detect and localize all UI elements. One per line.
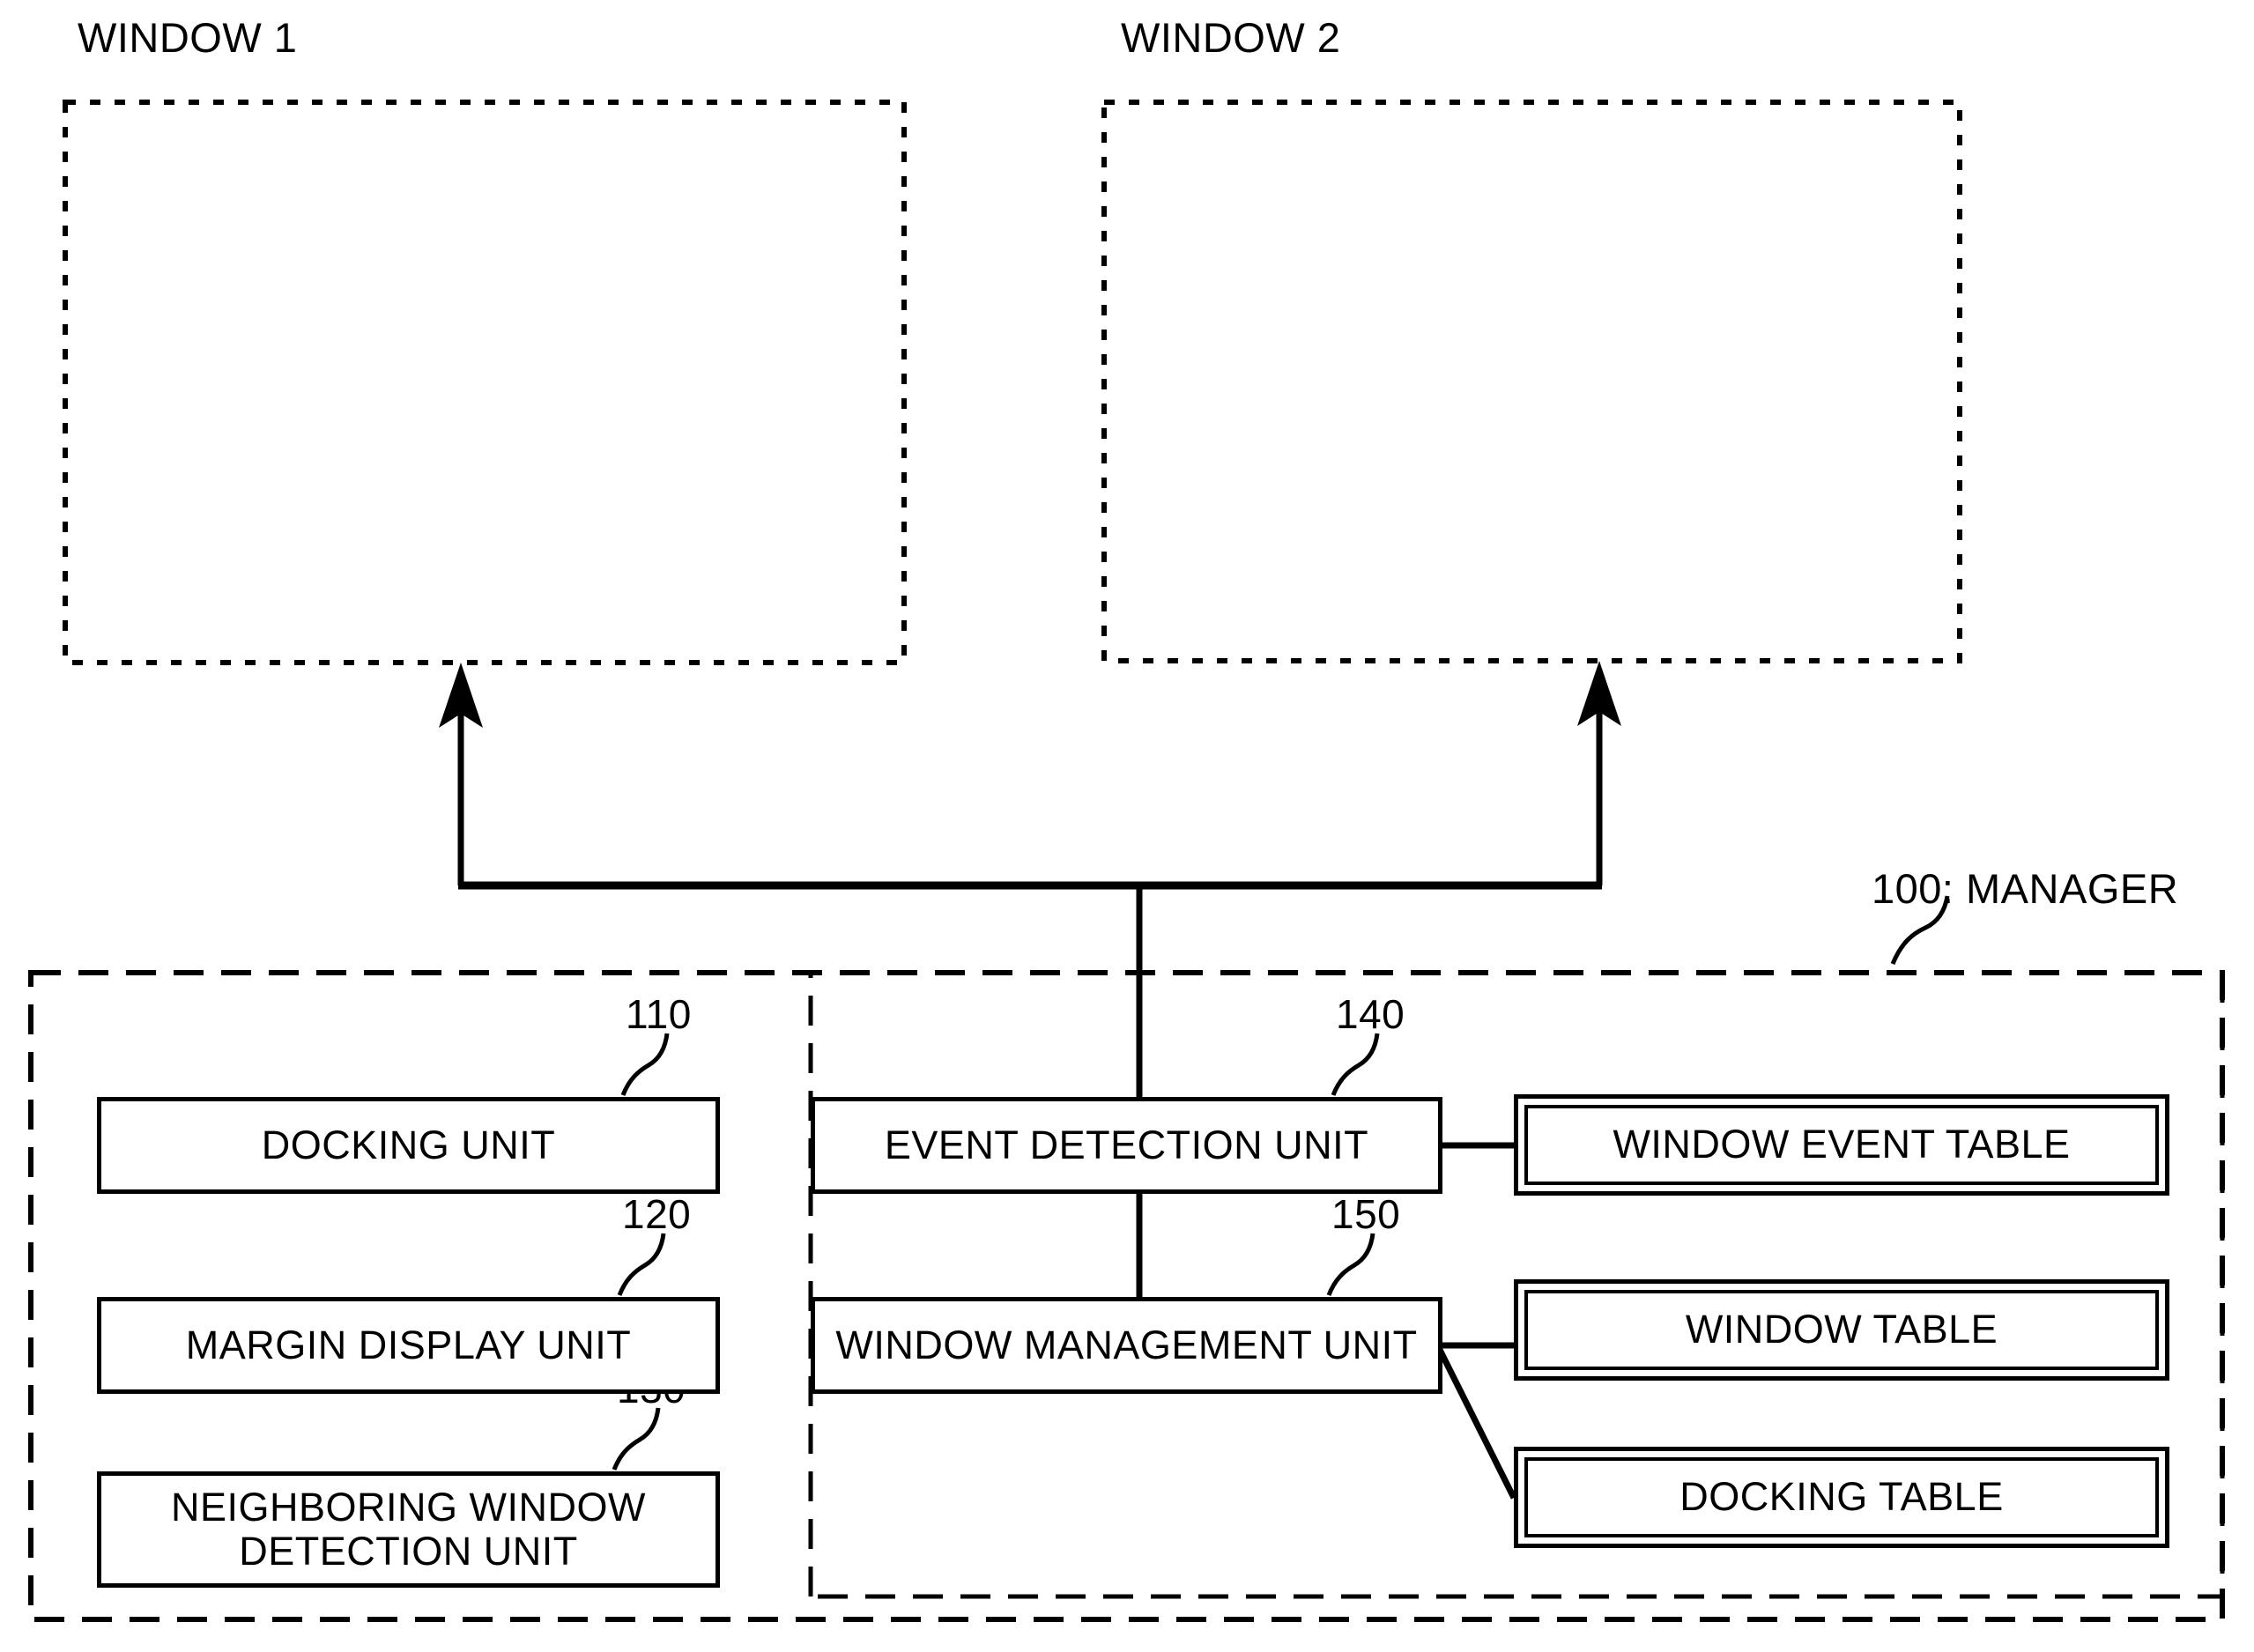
patent-figure: WINDOW 1 WINDOW 2 100: MANAGER 110 120 1… [0, 0, 2254, 1652]
margin-display-unit-box[interactable]: MARGIN DISPLAY UNIT [97, 1297, 720, 1394]
ref-140-leader-line [1331, 1033, 1380, 1096]
window-management-to-docking-table-link [1435, 1346, 1517, 1500]
window-management-unit-box[interactable]: WINDOW MANAGEMENT UNIT [811, 1297, 1442, 1394]
window-2-frame [1101, 100, 1962, 663]
ref-150-leader-line [1326, 1233, 1375, 1296]
window-2-caption: WINDOW 2 [1121, 14, 1341, 61]
event-detection-unit-box[interactable]: EVENT DETECTION UNIT [811, 1097, 1442, 1194]
window-event-table-inner: WINDOW EVENT TABLE [1524, 1105, 2159, 1185]
ref-numeral-140: 140 [1336, 991, 1405, 1037]
window-table-box[interactable]: WINDOW TABLE [1514, 1279, 2169, 1381]
window-1-caption: WINDOW 1 [78, 14, 298, 61]
event-detection-unit-label: EVENT DETECTION UNIT [884, 1122, 1369, 1167]
docking-unit-label: DOCKING UNIT [261, 1122, 556, 1167]
margin-display-unit-label: MARGIN DISPLAY UNIT [185, 1322, 632, 1367]
docking-table-box[interactable]: DOCKING TABLE [1514, 1447, 2169, 1548]
docking-table-label: DOCKING TABLE [1679, 1474, 2004, 1520]
window-event-table-box[interactable]: WINDOW EVENT TABLE [1514, 1094, 2169, 1196]
window-table-inner: WINDOW TABLE [1524, 1290, 2159, 1370]
docking-table-inner: DOCKING TABLE [1524, 1457, 2159, 1537]
manager-caption: 100: MANAGER [1872, 865, 2179, 912]
neighboring-window-detection-unit-label: NEIGHBORING WINDOW DETECTION UNIT [171, 1484, 646, 1574]
docking-unit-box[interactable]: DOCKING UNIT [97, 1097, 720, 1194]
ref-110-leader-line [620, 1033, 670, 1096]
ref-numeral-120: 120 [622, 1191, 692, 1237]
figure-artwork [28, 100, 2225, 1622]
window-1-frame [63, 100, 907, 665]
ref-numeral-150: 150 [1331, 1191, 1401, 1237]
ref-130-leader-line [612, 1407, 661, 1471]
window-event-table-label: WINDOW EVENT TABLE [1613, 1122, 2071, 1167]
window-management-unit-label: WINDOW MANAGEMENT UNIT [835, 1322, 1418, 1367]
ref-numeral-110: 110 [626, 991, 692, 1037]
neighboring-window-detection-unit-box[interactable]: NEIGHBORING WINDOW DETECTION UNIT [97, 1471, 720, 1588]
window-table-label: WINDOW TABLE [1685, 1307, 1998, 1352]
ref-120-leader-line [617, 1233, 666, 1296]
